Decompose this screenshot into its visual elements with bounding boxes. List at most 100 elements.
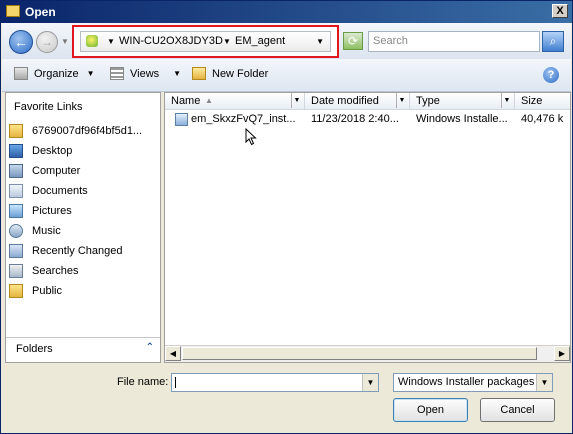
file-row[interactable]: em_SkxzFvQ7_inst... 11/23/2018 2:40... W… [165,110,570,128]
new-folder-label: New Folder [212,67,269,80]
breadcrumb-arrow-icon[interactable]: ▼ [223,37,231,46]
sidebar-item-pictures[interactable]: Pictures [6,201,160,221]
views-label: Views [130,67,160,80]
folder-icon [9,124,23,138]
folder-icon [6,5,20,17]
column-filter-dropdown[interactable]: ▼ [396,93,407,108]
column-header-type[interactable]: Type ▼ [410,93,515,109]
file-type-select[interactable]: Windows Installer packages ( ▼ [393,373,553,392]
network-computer-icon [86,35,98,47]
organize-menu[interactable]: Organize ▼ [14,67,95,80]
address-bar-highlight: ▼ WIN-CU2OX8JDY3D ▼ EM_agent ▼ [72,25,339,58]
folders-toggle[interactable]: Folders ⌃ [6,337,160,362]
sidebar-item-public[interactable]: Public [6,281,160,301]
window-title: Open [25,5,56,19]
scroll-right-button[interactable]: ▶ [554,346,570,361]
favorite-links-list: 6769007df96f4bf5d1... Desktop Computer D… [6,121,160,301]
sidebar-item-searches[interactable]: Searches [6,261,160,281]
forward-button[interactable]: → [36,31,58,53]
computer-icon [9,164,23,178]
sidebar-item-user-folder[interactable]: 6769007df96f4bf5d1... [6,121,160,141]
installer-file-icon [175,113,188,126]
sidebar-item-desktop[interactable]: Desktop [6,141,160,161]
scroll-left-button[interactable]: ◀ [165,346,181,361]
file-list-pane: Name ▲ ▼ Date modified ▼ Type ▼ Size em_… [164,92,571,363]
file-name-label: File name: [117,376,169,388]
text-caret [175,377,176,388]
recent-icon [9,244,23,258]
navigation-bar: ← → ▼ ▼ WIN-CU2OX8JDY3D ▼ EM_agent ▼ ⟳ S… [2,23,571,59]
views-icon [110,67,124,80]
folder-icon [9,284,23,298]
sidebar-item-label: Documents [32,185,88,197]
sidebar-item-music[interactable]: Music [6,221,160,241]
column-header-name[interactable]: Name ▲ ▼ [165,93,305,109]
organize-icon [14,67,28,80]
back-button[interactable]: ← [9,30,33,54]
pictures-icon [9,204,23,218]
organize-label: Organize [34,67,79,80]
cancel-button[interactable]: Cancel [480,398,555,422]
chevron-down-icon[interactable]: ▼ [536,374,552,391]
open-button[interactable]: Open [393,398,468,422]
column-header-size[interactable]: Size [515,93,570,109]
column-header-label: Name [171,95,201,107]
file-type-value: Windows Installer packages ( [398,376,542,388]
sort-ascending-icon: ▲ [205,96,213,105]
chevron-up-icon: ⌃ [145,342,154,353]
sidebar-item-label: 6769007df96f4bf5d1... [32,125,143,137]
searches-icon [9,264,23,278]
breadcrumb-computer[interactable]: WIN-CU2OX8JDY3D [119,35,223,47]
column-filter-dropdown[interactable]: ▼ [291,93,302,108]
file-size: 40,476 k [521,113,564,125]
file-type: Windows Installe... [416,113,508,125]
favorite-links-heading: Favorite Links [14,101,83,113]
documents-icon [9,184,23,198]
file-name-dropdown[interactable]: ▼ [362,374,378,391]
navigation-pane: Favorite Links 6769007df96f4bf5d1... Des… [5,92,161,363]
help-icon[interactable]: ? [543,67,559,83]
search-input[interactable]: Search [368,31,540,52]
music-icon [9,224,23,238]
sidebar-item-computer[interactable]: Computer [6,161,160,181]
file-name-input[interactable]: ▼ [171,373,379,392]
search-icon[interactable]: ⌕ [542,31,564,52]
sidebar-item-label: Pictures [32,205,72,217]
open-dialog: Open X ← → ▼ ▼ WIN-CU2OX8JDY3D ▼ EM_agen… [0,0,573,434]
column-header-date-modified[interactable]: Date modified ▼ [305,93,410,109]
column-filter-dropdown[interactable]: ▼ [501,93,512,108]
file-date-modified: 11/23/2018 2:40... [311,113,399,125]
sidebar-item-label: Recently Changed [32,245,123,257]
column-header-row: Name ▲ ▼ Date modified ▼ Type ▼ Size [165,93,570,110]
refresh-button[interactable]: ⟳ [343,32,363,50]
mouse-pointer-icon [245,128,257,146]
sidebar-item-label: Public [32,285,62,297]
address-dropdown-icon[interactable]: ▼ [316,37,324,46]
sidebar-item-label: Searches [32,265,79,277]
chevron-down-icon: ▼ [173,69,182,78]
address-bar[interactable]: ▼ WIN-CU2OX8JDY3D ▼ EM_agent ▼ [80,31,331,52]
sidebar-item-recently-changed[interactable]: Recently Changed [6,241,160,261]
views-menu[interactable]: Views ▼ [110,67,181,80]
column-header-label: Size [521,95,543,107]
new-folder-icon [192,67,206,80]
sidebar-item-label: Desktop [32,145,73,157]
close-button[interactable]: X [552,4,568,18]
desktop-icon [9,144,23,158]
horizontal-scrollbar[interactable]: ◀ ▶ [165,345,570,362]
sidebar-item-label: Music [32,225,61,237]
file-name: em_SkxzFvQ7_inst... [191,113,296,125]
command-toolbar: Organize ▼ Views ▼ New Folder ? [2,59,571,92]
sidebar-item-label: Computer [32,165,81,177]
new-folder-button[interactable]: New Folder [192,67,268,80]
title-bar: Open X [1,1,572,23]
recent-pages-dropdown[interactable]: ▼ [61,37,69,46]
folders-label: Folders [16,343,53,355]
chevron-down-icon: ▼ [86,69,95,78]
breadcrumb-folder[interactable]: EM_agent [235,35,285,47]
column-header-label: Type [416,95,440,107]
breadcrumb-arrow-icon[interactable]: ▼ [107,37,115,46]
sidebar-item-documents[interactable]: Documents [6,181,160,201]
column-header-label: Date modified [311,95,379,107]
scrollbar-thumb[interactable] [182,347,537,360]
